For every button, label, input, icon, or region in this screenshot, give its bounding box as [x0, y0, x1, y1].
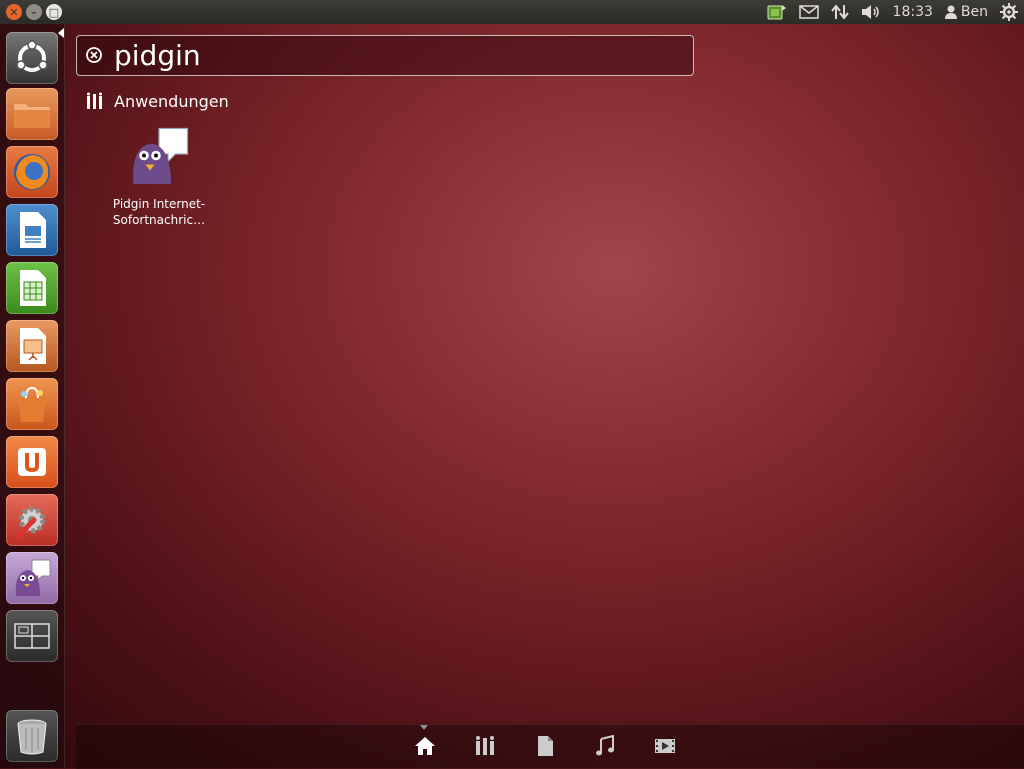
firefox-icon: [14, 154, 50, 190]
folder-icon: [14, 104, 50, 128]
settings-gear-wrench-icon: [15, 506, 46, 539]
pidgin-icon: [15, 559, 51, 596]
launcher-pidgin[interactable]: [6, 552, 58, 604]
mail-icon[interactable]: [798, 2, 819, 22]
top-panel: ✕ – □ 18:33 Ben: [0, 0, 1024, 24]
launcher-calc[interactable]: [6, 262, 58, 314]
result-item-pidgin[interactable]: Pidgin Internet-Sofortnachric…: [104, 124, 214, 228]
result-item-label: Pidgin Internet-Sofortnachric…: [112, 197, 206, 227]
dash-search-box: [76, 35, 694, 76]
dash-search-input[interactable]: [114, 38, 674, 72]
video-lens-icon[interactable]: [654, 735, 676, 757]
launcher-active-indicator: [58, 28, 64, 38]
clock[interactable]: 18:33: [893, 4, 933, 20]
impress-presentation-icon: [20, 328, 46, 364]
ubuntu-logo-icon: [16, 40, 48, 72]
user-name: Ben: [960, 4, 988, 20]
launcher-firefox[interactable]: [6, 146, 58, 198]
home-lens-icon[interactable]: [414, 735, 436, 757]
maximize-icon: □: [48, 5, 60, 19]
launcher-workspace-switcher[interactable]: [6, 610, 58, 662]
launcher-trash[interactable]: [6, 710, 58, 762]
indicator-tray: 18:33 Ben: [767, 0, 1018, 24]
session-gear-icon[interactable]: [1000, 2, 1018, 22]
trash-icon: [17, 719, 47, 755]
applications-lens-icon[interactable]: [474, 735, 496, 757]
ubuntu-one-icon: [18, 448, 46, 476]
network-icon[interactable]: [830, 2, 849, 22]
desktop: { "top_panel": { "time": "18:33", "user"…: [0, 0, 1024, 769]
files-lens-icon[interactable]: [534, 735, 556, 757]
user-menu[interactable]: Ben: [944, 2, 988, 22]
lens-bar: [76, 724, 1024, 769]
maximize-window-button[interactable]: □: [46, 4, 62, 20]
music-lens-icon[interactable]: [594, 735, 616, 757]
launcher: [0, 24, 65, 768]
applications-category-icon: [87, 92, 102, 109]
update-manager-icon[interactable]: [767, 2, 787, 22]
clear-search-icon[interactable]: [86, 47, 102, 63]
launcher-software-center[interactable]: [6, 378, 58, 430]
launcher-files[interactable]: [6, 88, 58, 140]
minimize-icon: –: [31, 5, 37, 19]
pidgin-icon: [133, 127, 189, 184]
minimize-window-button[interactable]: –: [26, 4, 42, 20]
launcher-dash-home[interactable]: [6, 32, 58, 84]
result-category-header: Anwendungen: [86, 90, 229, 112]
launcher-writer[interactable]: [6, 204, 58, 256]
workspace-switcher-icon: [14, 623, 50, 649]
category-title: Anwendungen: [114, 91, 229, 111]
launcher-impress[interactable]: [6, 320, 58, 372]
launcher-ubuntu-one[interactable]: [6, 436, 58, 488]
shopping-bag-icon: [18, 386, 46, 422]
writer-document-icon: [20, 212, 46, 248]
user-icon: [944, 5, 957, 19]
close-icon: ✕: [9, 5, 19, 19]
close-window-button[interactable]: ✕: [6, 4, 22, 20]
volume-icon[interactable]: [861, 2, 881, 22]
launcher-system-settings[interactable]: [6, 494, 58, 546]
calc-spreadsheet-icon: [20, 270, 46, 306]
